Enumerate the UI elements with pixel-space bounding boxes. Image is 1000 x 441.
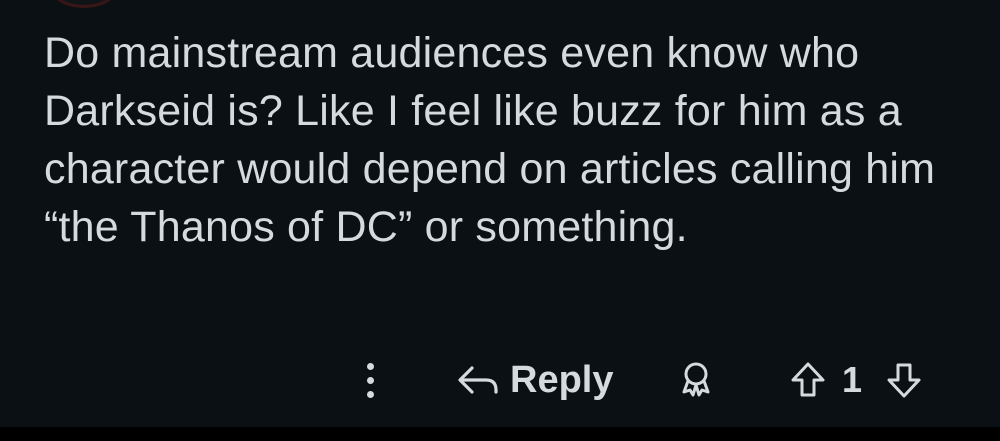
more-dot bbox=[366, 362, 374, 370]
bottom-edge bbox=[0, 427, 1000, 441]
avatar[interactable] bbox=[52, 0, 116, 8]
vote-count: 1 bbox=[842, 359, 863, 400]
reply-label: Reply bbox=[510, 358, 614, 401]
comment-action-bar: Reply 1 bbox=[0, 350, 1000, 410]
more-dot bbox=[366, 376, 374, 384]
award-icon[interactable] bbox=[676, 360, 716, 400]
reply-icon bbox=[458, 366, 498, 394]
downvote-icon[interactable] bbox=[884, 360, 924, 400]
more-dot bbox=[366, 390, 374, 398]
upvote-icon[interactable] bbox=[788, 360, 828, 400]
reply-button[interactable]: Reply bbox=[456, 356, 613, 404]
more-options-button[interactable] bbox=[356, 356, 384, 404]
comment-body: Do mainstream audiences even know who Da… bbox=[44, 29, 936, 251]
